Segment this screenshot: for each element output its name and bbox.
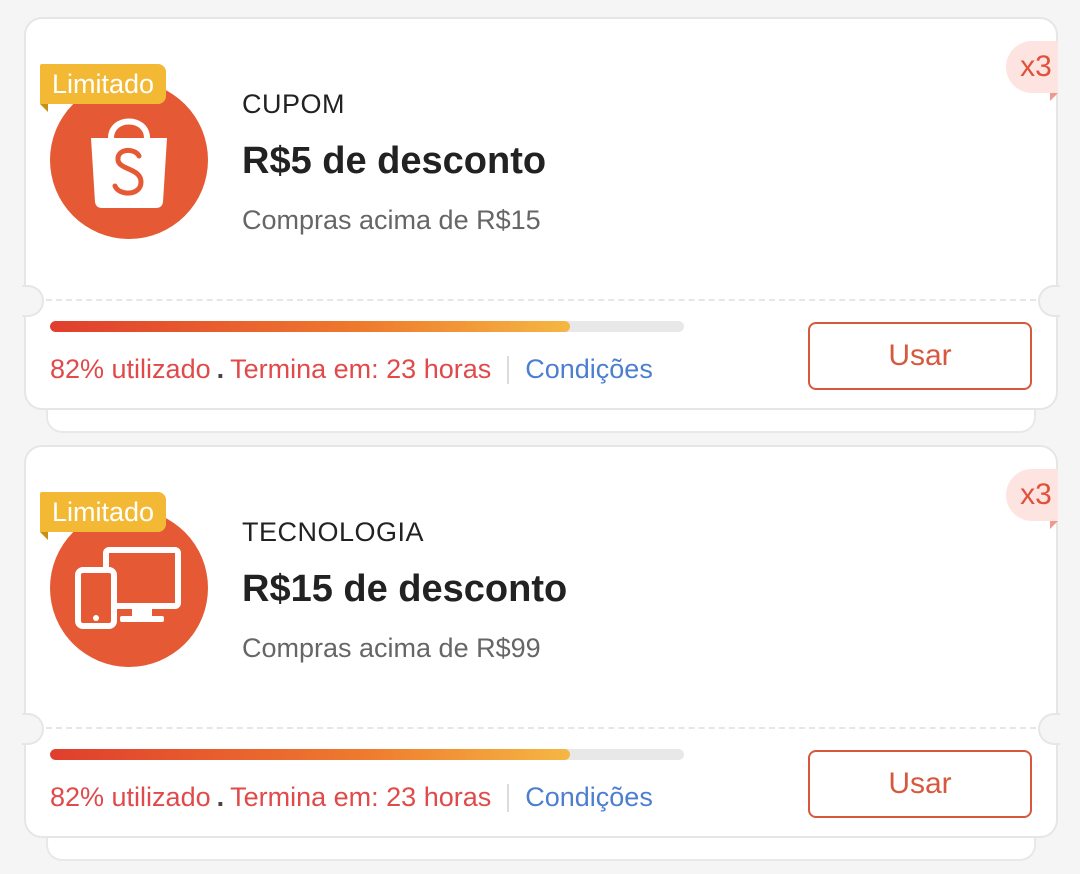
coupon-meta-row: 82% utilizado . Termina em: 23 horas Con…	[50, 354, 653, 385]
use-coupon-button[interactable]: Usar	[808, 322, 1032, 390]
coupon-category: TECNOLOGIA	[242, 517, 425, 547]
usage-text: 82% utilizado	[50, 354, 211, 384]
devices-icon	[50, 509, 208, 667]
separator-dot: .	[216, 354, 225, 384]
shopee-bag-icon	[50, 81, 208, 239]
coupon-min-purchase: Compras acima de R$99	[242, 633, 541, 663]
conditions-link[interactable]: Condições	[525, 782, 653, 813]
coupon-category: CUPOM	[242, 89, 345, 119]
coupon-meta-row: 82% utilizado . Termina em: 23 horas Con…	[50, 782, 653, 813]
usage-progress-fill	[50, 321, 570, 332]
separator-line	[507, 783, 510, 812]
ticket-notch-left	[22, 713, 44, 745]
dashed-divider	[46, 299, 1036, 301]
ticket-notch-right	[1038, 285, 1060, 317]
ticket-notch-left	[22, 285, 44, 317]
separator-dot: .	[216, 782, 225, 812]
coupon-card: Limitado x3 CUPOM R$5 de desconto Compra…	[22, 17, 1060, 410]
usage-progress-bar	[50, 749, 684, 760]
conditions-link[interactable]: Condições	[525, 354, 653, 385]
ticket-notch-right	[1038, 713, 1060, 745]
coupon-list: Limitado x3 CUPOM R$5 de desconto Compra…	[0, 0, 1080, 874]
limited-tag: Limitado	[40, 492, 167, 540]
quantity-badge: x3	[1006, 41, 1058, 101]
limited-tag: Limitado	[40, 64, 167, 112]
usage-text: 82% utilizado	[50, 782, 211, 812]
coupon-card: Limitado x3 TECNOLOGIA R$15 de desconto …	[22, 445, 1060, 838]
coupon-min-purchase: Compras acima de R$15	[242, 205, 541, 235]
separator-line	[507, 355, 510, 384]
usage-progress-fill	[50, 749, 570, 760]
coupon-title: R$15 de desconto	[242, 568, 568, 610]
quantity-badge: x3	[1006, 469, 1058, 529]
stacked-coupon-edge	[46, 835, 1036, 861]
use-coupon-button[interactable]: Usar	[808, 750, 1032, 818]
usage-progress-bar	[50, 321, 684, 332]
coupon-title: R$5 de desconto	[242, 140, 547, 182]
stacked-coupon-edge	[46, 407, 1036, 433]
expiry-text: Termina em: 23 horas	[230, 782, 492, 812]
dashed-divider	[46, 727, 1036, 729]
expiry-text: Termina em: 23 horas	[230, 354, 492, 384]
